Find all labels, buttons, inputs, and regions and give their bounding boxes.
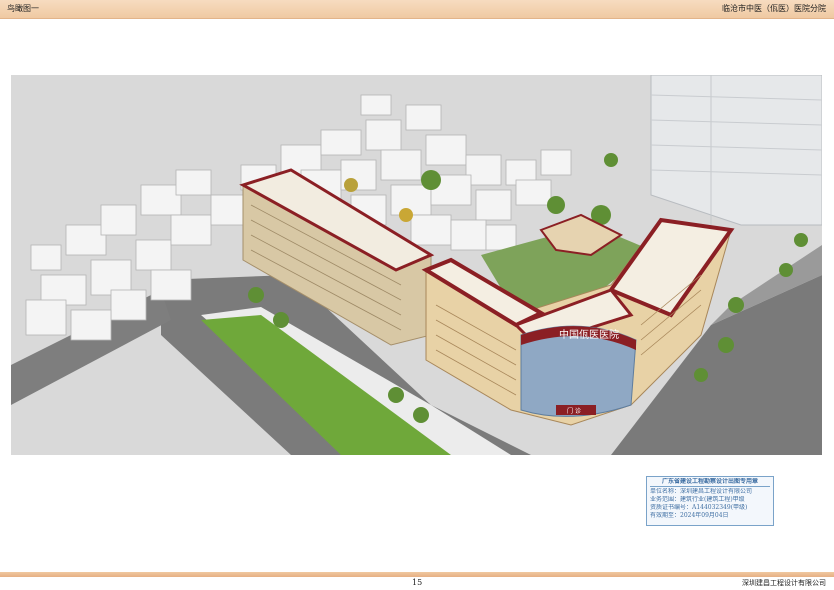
design-seal: 广东省建设工程勘察设计出图专用章 单位名称：深圳建昌工程设计有限公司 业务范围：… <box>646 476 774 526</box>
footer-bar <box>0 572 834 577</box>
hospital-sign: 中国佤医医院 <box>559 328 619 341</box>
seal-line-4: 有效期至：2024年09月04日 <box>650 512 729 519</box>
aerial-rendering: 中国佤医医院 门 诊 <box>11 75 822 455</box>
page-number: 15 <box>412 578 423 587</box>
aerial-view-illustration: 中国佤医医院 门 诊 <box>11 75 822 455</box>
entrance-sign: 门 诊 <box>567 407 581 415</box>
drawing-title: 鸟瞰图一 <box>7 4 39 13</box>
company-name: 深圳建昌工程设计有限公司 <box>742 579 826 587</box>
seal-title: 广东省建设工程勘察设计出图专用章 <box>650 478 770 487</box>
seal-line-3: 资质证书编号：A144032349(甲级) <box>650 504 748 511</box>
project-title: 临沧市中医（佤医）医院分院 <box>722 4 826 13</box>
header-bar: 鸟瞰图一 临沧市中医（佤医）医院分院 <box>0 0 834 19</box>
seal-line-2: 业务范围：建筑行业(建筑工程)甲级 <box>650 496 745 503</box>
seal-line-1: 单位名称：深圳建昌工程设计有限公司 <box>650 488 753 495</box>
